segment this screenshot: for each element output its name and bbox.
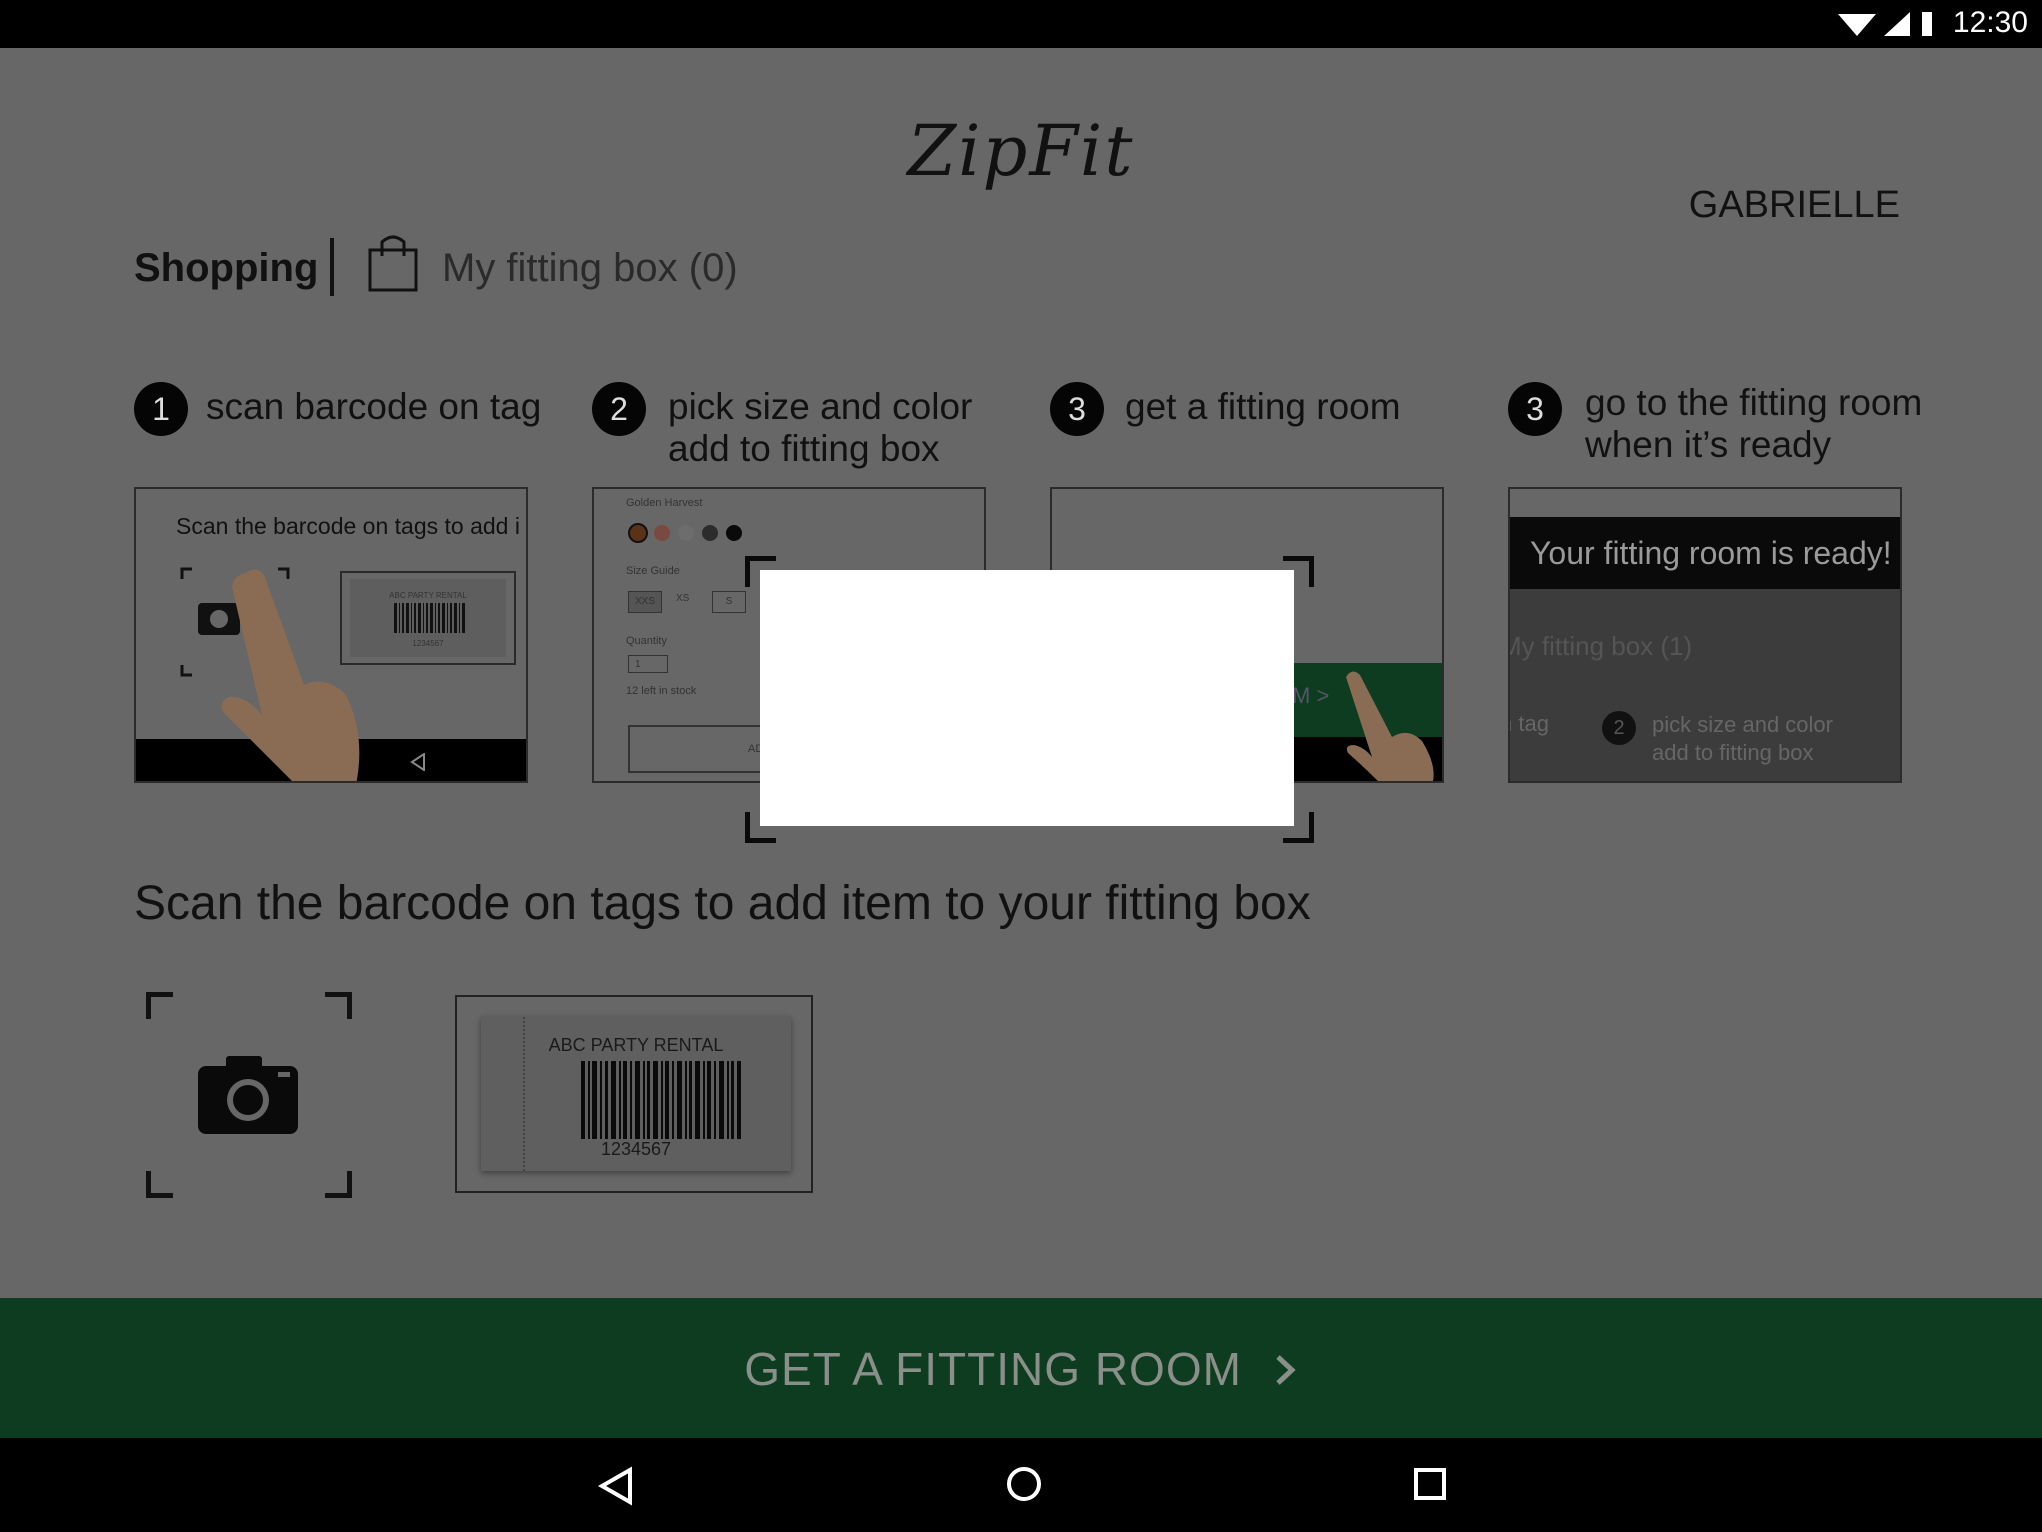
card-4-step-text: pick size and color add to fitting box [1652, 711, 1833, 767]
step-2-line1: pick size and color [668, 386, 973, 427]
tutorial-highlight-box[interactable] [760, 570, 1294, 826]
card-4-step-number: 2 [1602, 711, 1636, 745]
card-4-step-line1: pick size and color [1652, 712, 1833, 737]
step-4-number: 3 [1508, 382, 1562, 436]
step-4-card: Your fitting room is ready! My fitting b… [1508, 487, 1902, 783]
signal-icon [1838, 12, 1932, 36]
card-2-product: Golden Harvest [626, 497, 703, 509]
card-4-fitting-box: My fitting box (1) [1508, 631, 1693, 661]
step-1-line1: scan barcode on tag [206, 386, 542, 427]
hand-pointer-icon [1346, 671, 1434, 781]
shopping-bag-icon[interactable] [368, 234, 418, 292]
tab-fitting-box[interactable]: My fitting box (0) [442, 246, 738, 291]
step-1-number: 1 [134, 382, 188, 436]
step-2-line2: add to fitting box [668, 428, 940, 469]
color-swatches [628, 523, 742, 543]
card-2-size-guide: Size Guide [626, 565, 680, 577]
user-name[interactable]: GABRIELLE [1689, 184, 1900, 227]
cell-signal-icon [1884, 12, 1910, 36]
chevron-right-icon [1276, 1355, 1296, 1385]
hand-pointer-icon [221, 569, 360, 781]
back-icon [410, 753, 425, 771]
card-4-banner: Your fitting room is ready! [1510, 517, 1900, 589]
card-4-step-line2: add to fitting box [1652, 740, 1814, 765]
status-bar: 12:30 [0, 0, 2042, 48]
card-2-quantity: 1 [628, 655, 668, 673]
status-time: 12:30 [1952, 6, 2028, 39]
get-fitting-room-label: GET A FITTING ROOM [0, 1342, 2042, 1396]
tab-divider [330, 238, 334, 296]
sample-tag-code: 1234567 [600, 1139, 672, 1159]
app-logo: ZipFit [907, 110, 1135, 192]
sample-tag-brand: ABC PARTY RENTAL [548, 1035, 724, 1055]
scan-instructions: Scan the barcode on tags to add item to … [134, 877, 1311, 930]
android-nav-bar [0, 1438, 2042, 1532]
step-1-card: Scan the barcode on tags to add i ABC PA… [134, 487, 528, 783]
step-2-number: 2 [592, 382, 646, 436]
step-1-text: scan barcode on tag [206, 386, 541, 428]
size-xxs: XXS [628, 591, 662, 613]
card-1-text: Scan the barcode on tags to add i [176, 513, 520, 539]
battery-icon [1922, 12, 1932, 36]
step-3-line1: get a fitting room [1125, 386, 1401, 427]
card-3-button-text: M > [1292, 683, 1330, 708]
step-4-line1: go to the fitting room [1585, 382, 1923, 423]
size-xs: XS [676, 593, 690, 604]
card-2-quantity-label: Quantity [626, 635, 667, 647]
card-4-tag-fragment: n tag [1510, 711, 1549, 736]
step-4-line2: when it’s ready [1585, 424, 1832, 465]
tab-shopping[interactable]: Shopping [134, 246, 318, 291]
size-s: S [712, 591, 746, 613]
home-icon[interactable] [1004, 1464, 1044, 1504]
back-icon[interactable] [596, 1466, 636, 1506]
sample-tag: ABC PARTY RENTAL 1234567 [455, 995, 813, 1193]
step-3-number: 3 [1050, 382, 1104, 436]
step-3-text: get a fitting room [1125, 386, 1401, 428]
card-2-stock: 12 left in stock [626, 685, 697, 697]
barcode-icon [581, 1061, 741, 1139]
step-4-text: go to the fitting room when it’s ready [1585, 382, 1922, 466]
wifi-icon [1838, 14, 1876, 36]
recents-icon[interactable] [1412, 1466, 1448, 1502]
camera-icon [198, 1056, 298, 1134]
cta-label-text: GET A FITTING ROOM [744, 1343, 1242, 1395]
camera-scan-button[interactable] [146, 992, 352, 1198]
card-4-banner-text: Your fitting room is ready! [1530, 535, 1892, 571]
step-2-text: pick size and color add to fitting box [668, 386, 972, 470]
